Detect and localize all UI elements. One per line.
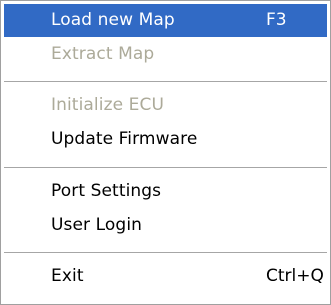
menu-item-label: User Login: [51, 215, 143, 235]
menu-separator: [4, 252, 327, 253]
menu-item-load-new-map[interactable]: Load new Map F3: [4, 4, 327, 37]
menu-item-initialize-ecu: Initialize ECU: [4, 89, 327, 122]
menu-item-label: Extract Map: [51, 44, 155, 64]
menu-item-user-login[interactable]: User Login: [4, 209, 327, 242]
menu-item-label: Update Firmware: [51, 129, 198, 149]
menu-item-label: Initialize ECU: [51, 95, 165, 115]
menu-item-label: Exit: [51, 266, 84, 286]
menu-item-shortcut: F3: [266, 10, 287, 30]
context-menu: Load new Map F3 Extract Map Initialize E…: [0, 0, 331, 305]
menu-item-port-settings[interactable]: Port Settings: [4, 175, 327, 208]
menu-item-update-firmware[interactable]: Update Firmware: [4, 123, 327, 156]
menu-separator: [4, 81, 327, 82]
menu-separator: [4, 167, 327, 168]
menu-item-exit[interactable]: Exit Ctrl+Q: [4, 260, 327, 293]
menu-item-extract-map: Extract Map: [4, 38, 327, 71]
menu-item-label: Port Settings: [51, 181, 162, 201]
menu-item-label: Load new Map: [51, 10, 175, 30]
menu-item-shortcut: Ctrl+Q: [266, 266, 324, 286]
